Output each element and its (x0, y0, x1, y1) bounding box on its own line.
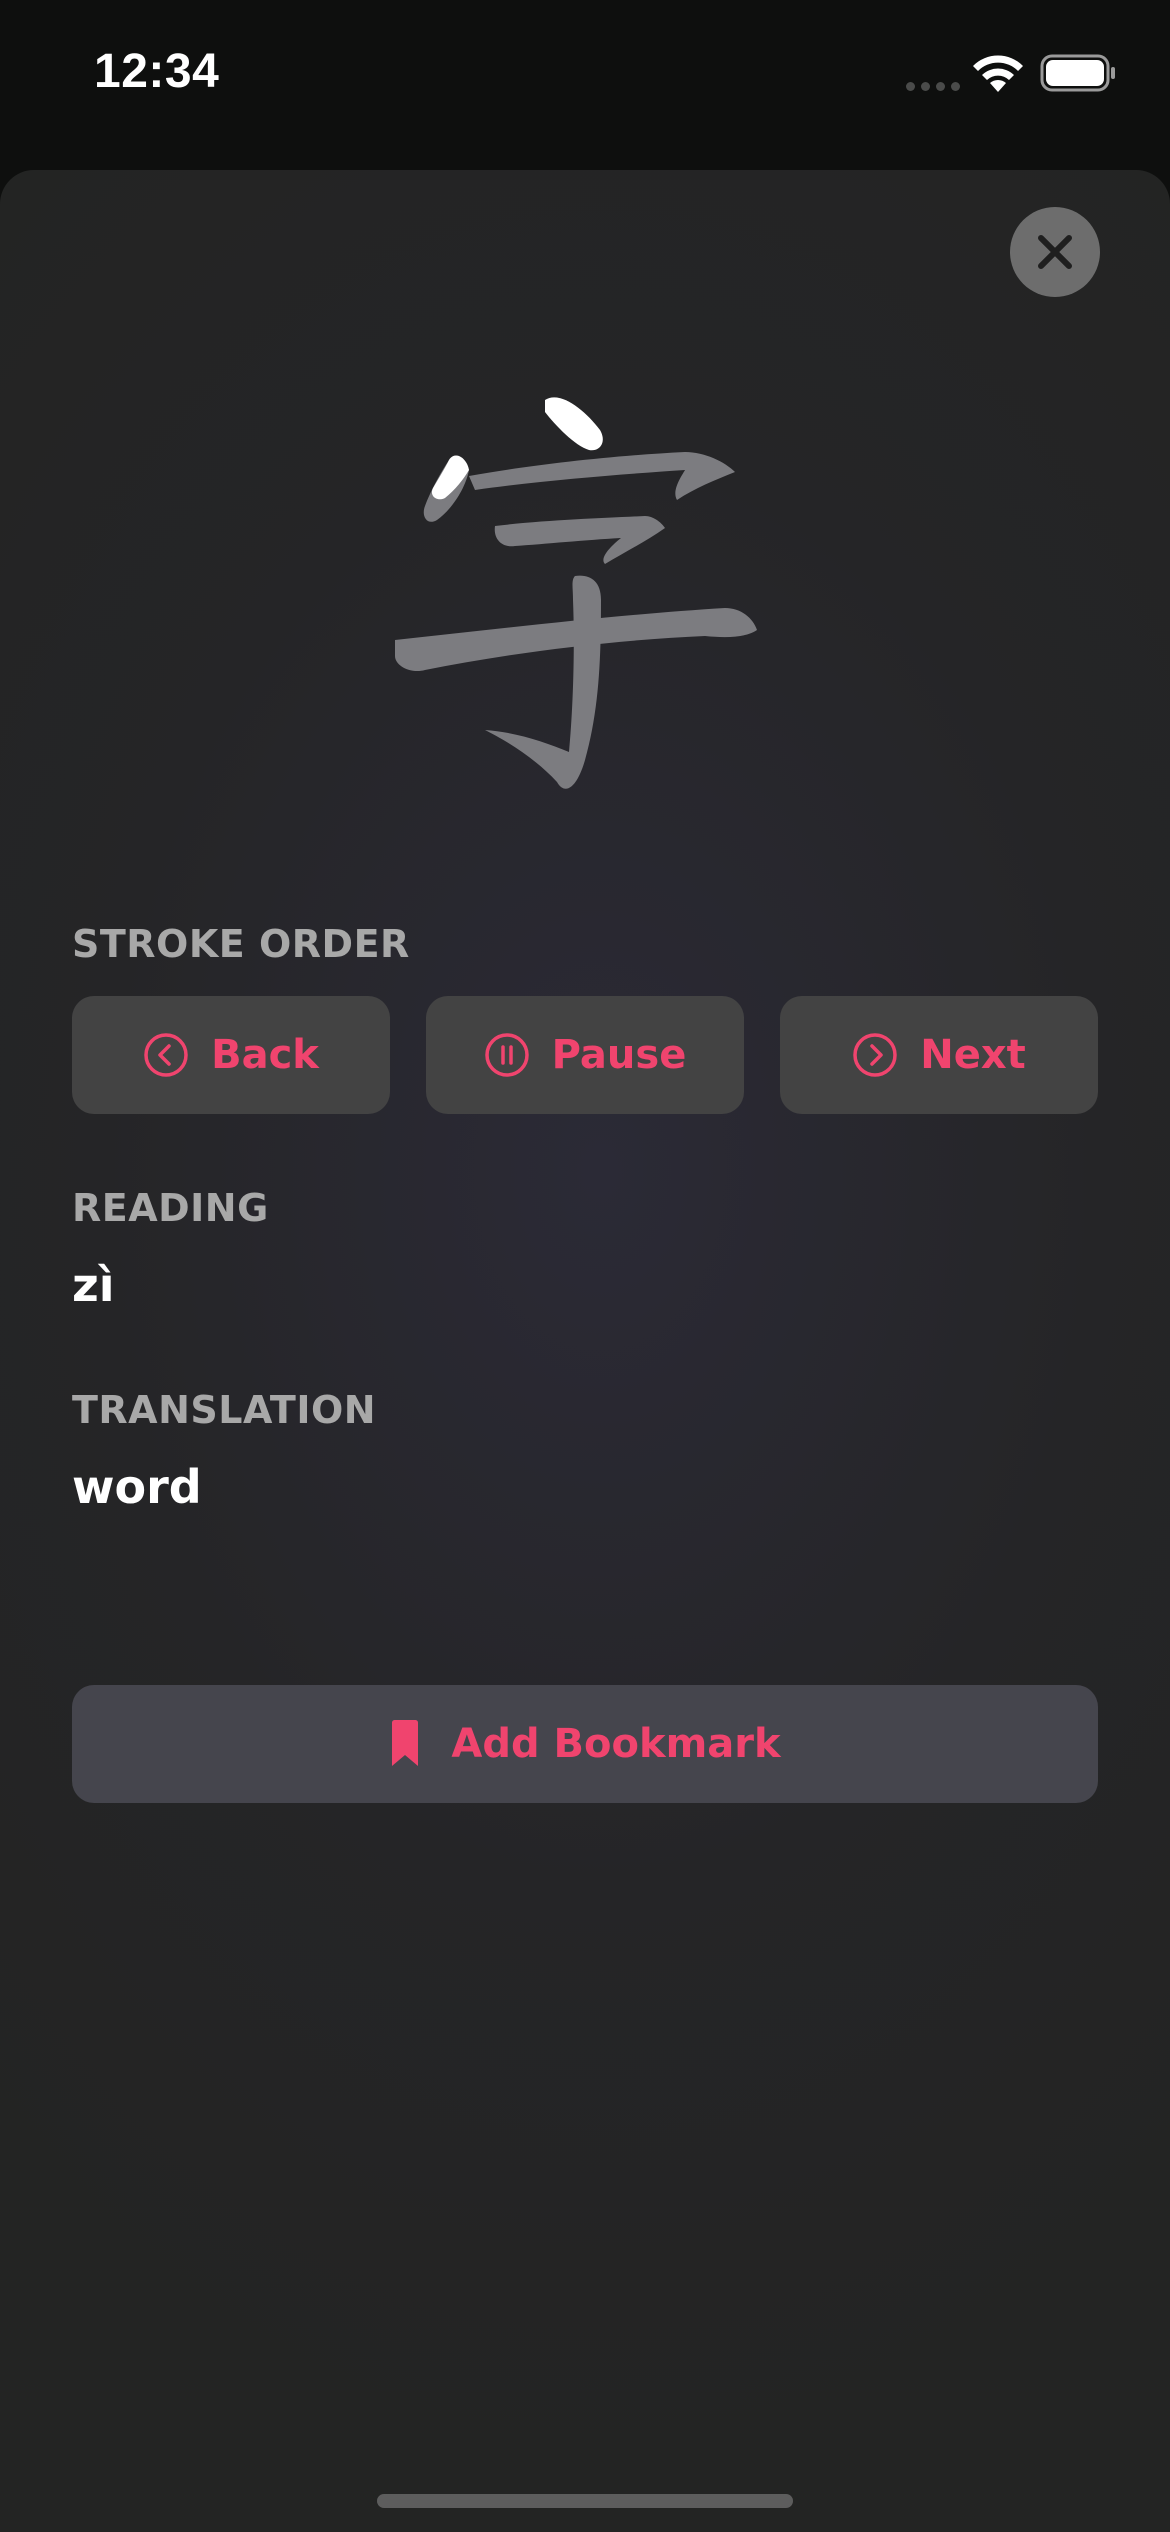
reading-value: zì (72, 1258, 115, 1312)
chevron-left-circle-icon (144, 1033, 188, 1077)
character-stroke-5 (485, 575, 601, 789)
pause-circle-icon (484, 1033, 529, 1077)
pause-button[interactable]: Pause (426, 996, 744, 1114)
wifi-icon (973, 55, 1023, 92)
close-button[interactable] (1010, 207, 1100, 297)
add-bookmark-button[interactable]: Add Bookmark (72, 1685, 1098, 1803)
character-stroke-1 (545, 397, 603, 451)
add-bookmark-label: Add Bookmark (451, 1721, 781, 1767)
translation-label: TRANSLATION (72, 1388, 377, 1432)
status-time: 12:34 (94, 45, 220, 98)
character-stroke-4 (494, 516, 665, 564)
back-button[interactable]: Back (72, 996, 390, 1114)
home-indicator (377, 2494, 793, 2508)
chevron-right-circle-icon (853, 1033, 897, 1077)
character-stroke-3 (469, 452, 735, 500)
bookmark-icon (392, 1720, 419, 1766)
pause-button-label: Pause (551, 1032, 687, 1078)
close-icon (1038, 235, 1072, 269)
back-button-label: Back (211, 1032, 319, 1078)
next-button-label: Next (920, 1032, 1026, 1078)
reading-label: READING (72, 1186, 269, 1230)
next-button[interactable]: Next (780, 996, 1098, 1114)
stroke-order-label: STROKE ORDER (72, 922, 410, 966)
status-bar: 12:34 (0, 0, 1170, 150)
translation-value: word (72, 1460, 202, 1514)
stroke-order-character (395, 397, 757, 789)
character-detail-sheet: STROKE ORDER Back Pause Next READING zì … (0, 170, 1170, 2532)
cellular-signal-icon (906, 82, 960, 91)
battery-icon (1040, 54, 1115, 92)
